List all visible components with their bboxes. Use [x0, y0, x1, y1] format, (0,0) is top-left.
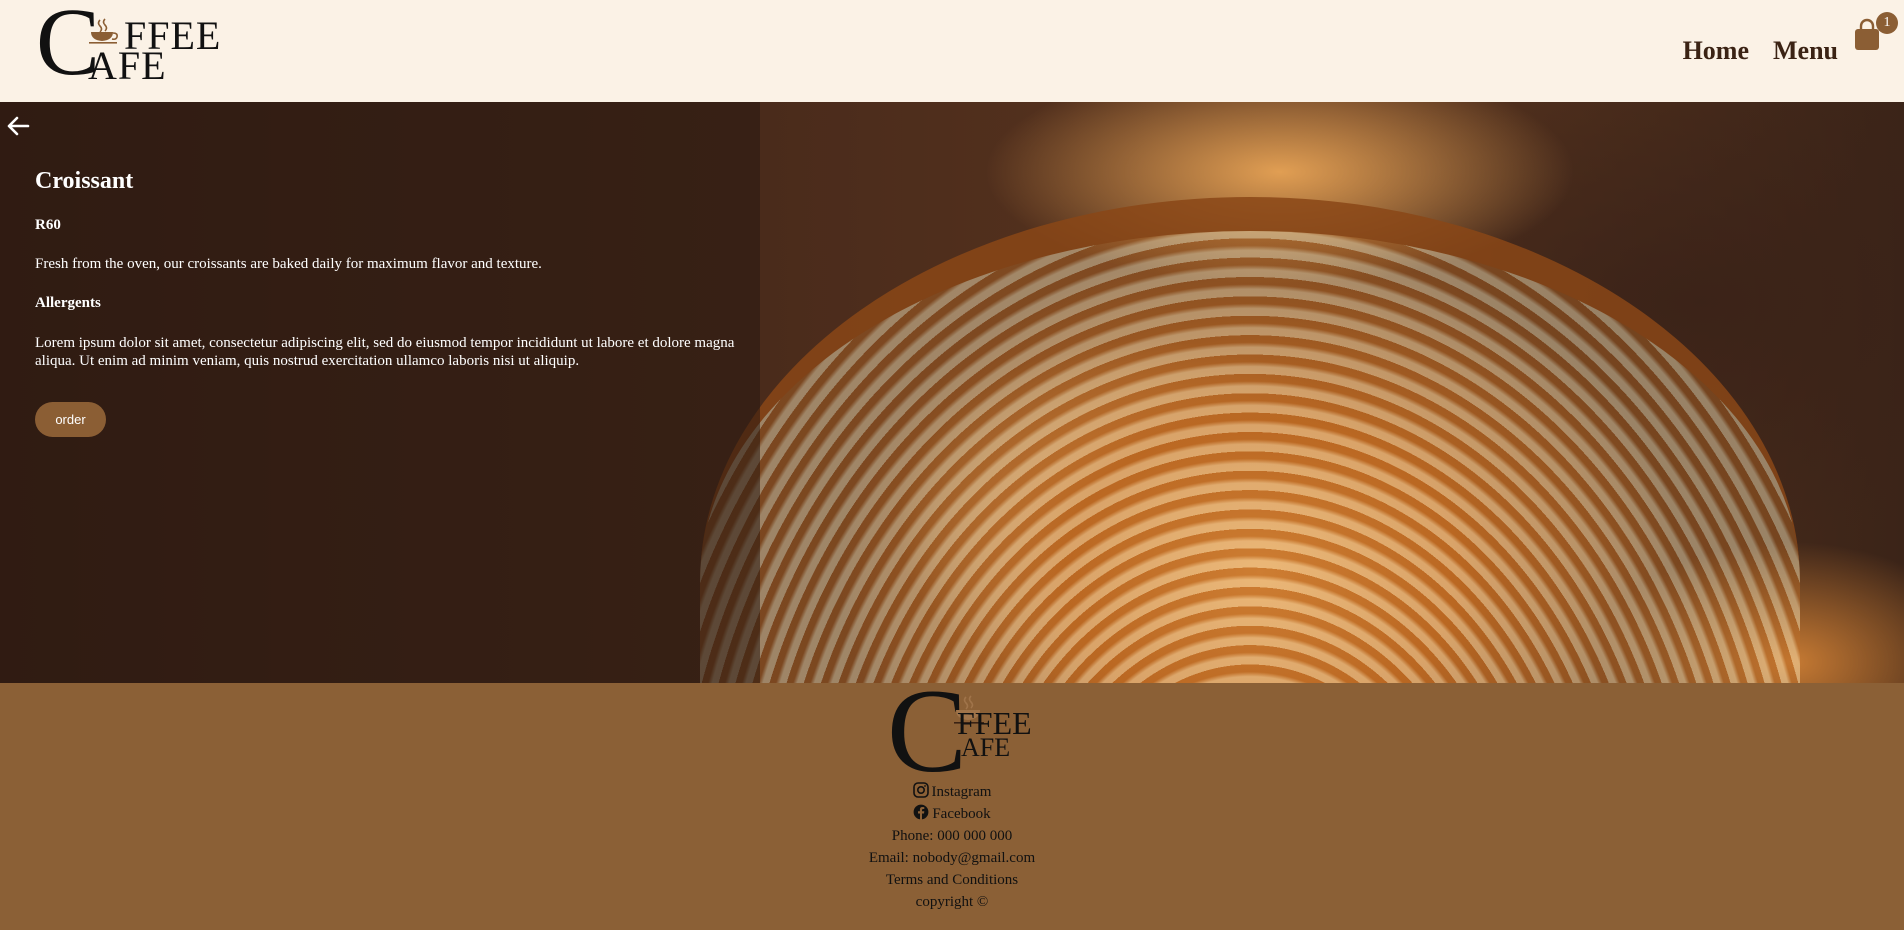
main-nav: Home Menu [1683, 36, 1838, 66]
product-price: R60 [35, 217, 61, 233]
facebook-row: Facebook [0, 803, 1904, 825]
product-description: Fresh from the oven, our croissants are … [35, 256, 542, 272]
footer-logo: C FFEE AFE [887, 671, 1037, 793]
logo-afe: AFE [88, 43, 167, 88]
footer-phone: Phone: 000 000 000 [891, 828, 1013, 844]
order-button[interactable]: order [35, 402, 106, 437]
product-details: Croissant R60 Fresh from the oven, our c… [35, 168, 735, 437]
nav-menu-link[interactable]: Menu [1773, 36, 1838, 66]
footer-copyright: copyright © [915, 894, 989, 910]
site-header: C FFEE AFE Home Menu 1 [0, 0, 1904, 102]
coffee-cup-icon [89, 18, 118, 44]
site-footer: C FFEE AFE Instagram Facebook Phone: 000… [0, 671, 1904, 930]
product-hero: Croissant R60 Fresh from the oven, our c… [0, 102, 1904, 683]
facebook-icon [913, 804, 929, 820]
footer-email: Email: nobody@gmail.com [868, 850, 1036, 866]
allergents-text: Lorem ipsum dolor sit amet, consectetur … [35, 335, 735, 369]
croissant-image [700, 197, 1800, 683]
back-arrow-icon[interactable] [4, 112, 32, 140]
cafe-logo[interactable]: C FFEE AFE [36, 0, 220, 90]
cart-count-badge: 1 [1876, 12, 1898, 34]
footer-logo-letter-c: C [887, 664, 968, 797]
product-title: Croissant [35, 168, 134, 194]
allergents-heading: Allergents [35, 295, 101, 311]
terms-row: Terms and Conditions [0, 869, 1904, 891]
facebook-link[interactable]: Facebook [932, 806, 990, 822]
footer-logo-afe: AFE [961, 733, 1011, 762]
nav-home-link[interactable]: Home [1683, 36, 1749, 66]
terms-link[interactable]: Terms and Conditions [886, 872, 1018, 888]
footer-links: Instagram Facebook Phone: 000 000 000 Em… [0, 781, 1904, 913]
